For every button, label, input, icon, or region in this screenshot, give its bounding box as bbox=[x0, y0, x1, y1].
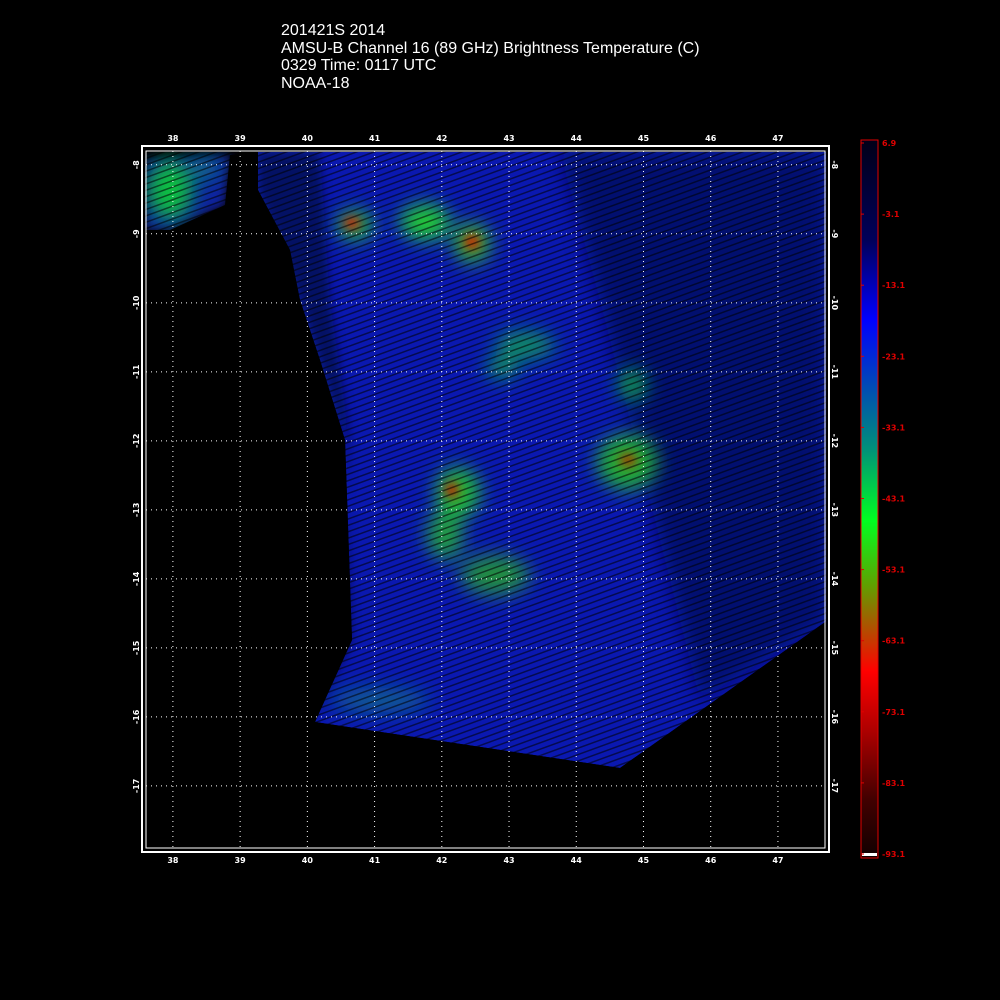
colorbar-tick-label: -83.1 bbox=[882, 779, 905, 788]
y-tick-label: -16 bbox=[132, 709, 141, 724]
y-tick-label: -11 bbox=[132, 364, 141, 379]
x-tick-label: 45 bbox=[638, 856, 650, 865]
colorbar-min-marker bbox=[862, 853, 877, 856]
colorbar-tick-label: -43.1 bbox=[882, 495, 905, 504]
colorbar-tick-label: -63.1 bbox=[882, 637, 905, 646]
y-tick-label: -17 bbox=[132, 779, 141, 793]
y-tick-label: -12 bbox=[132, 434, 141, 448]
y-tick-label: -8 bbox=[132, 160, 141, 169]
colorbar-tick-label: -3.1 bbox=[882, 210, 900, 219]
x-tick-label: 46 bbox=[705, 856, 717, 865]
y-tick-label: -9 bbox=[132, 229, 141, 238]
y-tick-label-right: -11 bbox=[830, 365, 839, 380]
x-tick-label: 42 bbox=[436, 856, 447, 865]
colorbar-tick-label: 6.9 bbox=[882, 139, 897, 148]
y-tick-label-right: -13 bbox=[830, 503, 839, 517]
x-tick-label: 39 bbox=[235, 856, 247, 865]
x-tick-label: 41 bbox=[369, 134, 381, 143]
x-tick-label: 44 bbox=[571, 856, 583, 865]
colorbar-tick-label: -93.1 bbox=[882, 850, 905, 859]
colorbar-tick-label: -33.1 bbox=[882, 423, 905, 432]
x-tick-label: 40 bbox=[302, 134, 314, 143]
y-tick-label-right: -8 bbox=[830, 160, 839, 169]
x-tick-label: 39 bbox=[235, 134, 247, 143]
satellite-imagery bbox=[145, 152, 826, 849]
x-tick-label: 47 bbox=[772, 856, 783, 865]
x-tick-label: 41 bbox=[369, 856, 381, 865]
x-tick-label: 47 bbox=[772, 134, 783, 143]
x-tick-label: 38 bbox=[167, 856, 179, 865]
x-tick-label: 40 bbox=[302, 856, 314, 865]
colorbar-tick-label: -73.1 bbox=[882, 708, 905, 717]
x-tick-label: 44 bbox=[571, 134, 583, 143]
y-tick-label-right: -16 bbox=[830, 710, 839, 725]
colorbar-tick-label: -23.1 bbox=[882, 352, 905, 361]
x-tick-label: 43 bbox=[503, 134, 514, 143]
x-tick-label: 45 bbox=[638, 134, 650, 143]
y-tick-label: -13 bbox=[132, 503, 141, 517]
y-tick-label: -10 bbox=[132, 295, 141, 310]
y-tick-label-right: -9 bbox=[830, 229, 839, 238]
x-tick-label: 38 bbox=[167, 134, 179, 143]
x-tick-label: 43 bbox=[503, 856, 514, 865]
colorbar-tick-label: -13.1 bbox=[882, 281, 905, 290]
y-tick-label-right: -12 bbox=[830, 434, 839, 448]
chart-svg: 38 38 39 39 40 40 41 41 42 42 43 43 44 44 45 45 46 46 47 47… bbox=[132, 134, 905, 865]
y-tick-label-right: -17 bbox=[830, 779, 839, 793]
y-tick-label-right: -15 bbox=[830, 641, 839, 656]
y-tick-label-right: -10 bbox=[830, 296, 839, 311]
y-tick-label: -14 bbox=[132, 571, 141, 586]
x-tick-label: 46 bbox=[705, 134, 717, 143]
y-tick-label: -15 bbox=[132, 640, 141, 655]
x-tick-label: 42 bbox=[436, 134, 447, 143]
y-tick-label-right: -14 bbox=[830, 572, 839, 587]
colorbar-tick-label: -53.1 bbox=[882, 566, 905, 575]
